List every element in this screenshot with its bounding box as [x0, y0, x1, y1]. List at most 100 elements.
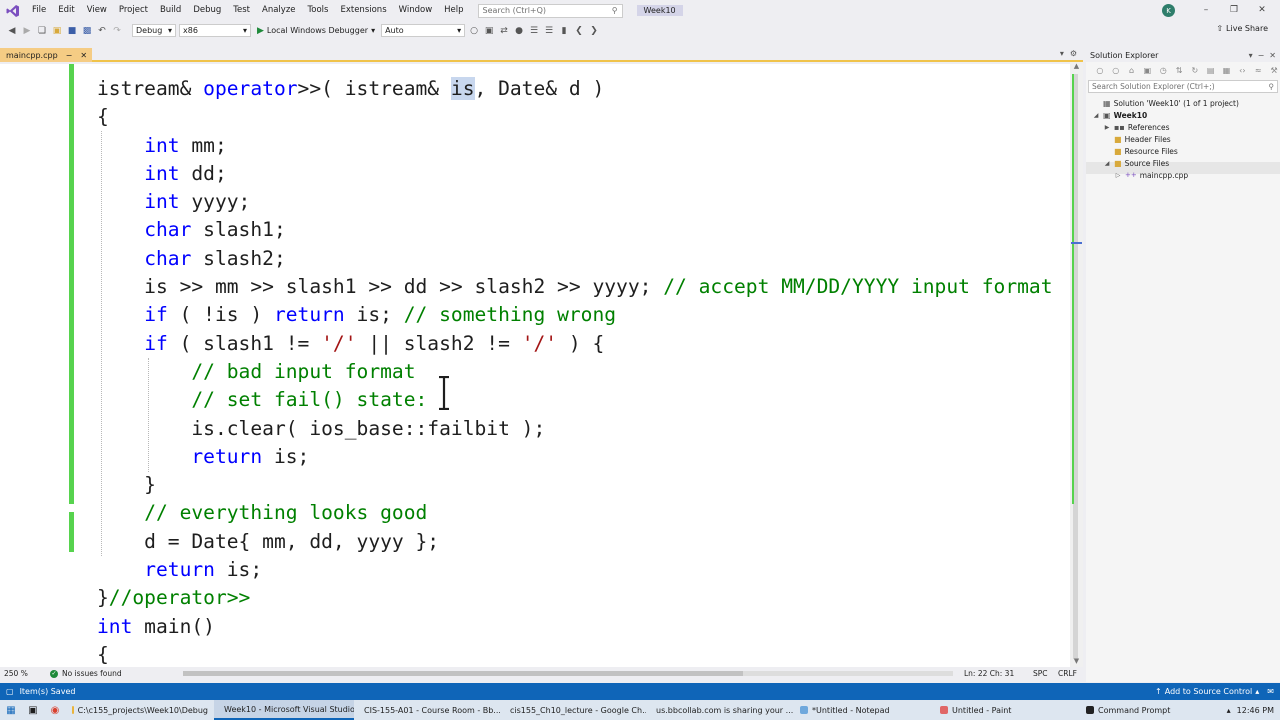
- code-editor[interactable]: istream& operator>>( istream& is, Date& …: [0, 64, 1070, 667]
- taskbar-item-visual-studio[interactable]: Week10 - Microsoft Visual Studio: [214, 700, 354, 720]
- menu-build[interactable]: Build: [154, 0, 187, 21]
- tree-item-header-files[interactable]: ■ Header Files: [1114, 133, 1171, 145]
- scroll-thumb[interactable]: [183, 671, 743, 676]
- open-folder-icon[interactable]: ▣: [51, 25, 63, 37]
- prev-bookmark-icon[interactable]: ❯: [588, 25, 600, 37]
- chrome-icon[interactable]: ◉: [44, 700, 66, 720]
- settings-gear-icon[interactable]: ⚙: [1070, 49, 1077, 58]
- tree-item-resource-files[interactable]: ■ Resource Files: [1114, 145, 1178, 157]
- windows-start-icon[interactable]: ▦: [0, 700, 22, 720]
- solution-explorer-search-input[interactable]: Search Solution Explorer (Ctrl+;) ⚲: [1088, 80, 1278, 93]
- visual-studio-logo-icon[interactable]: [0, 0, 26, 21]
- code-line[interactable]: int yyyy;: [97, 188, 1053, 216]
- tree-item-project[interactable]: ◢ ▣ Week10: [1092, 109, 1147, 121]
- code-line[interactable]: int main(): [97, 613, 1053, 641]
- taskbar-item-explorer[interactable]: C:\c155_projects\Week10\Debug: [66, 700, 214, 720]
- close-icon[interactable]: ✕: [1269, 51, 1276, 60]
- close-tab-icon[interactable]: ✕: [80, 51, 87, 60]
- taskbar-item-paint[interactable]: Untitled - Paint: [934, 700, 1080, 720]
- code-line[interactable]: if ( !is ) return is; // something wrong: [97, 301, 1053, 329]
- code-line[interactable]: is >> mm >> slash1 >> dd >> slash2 >> yy…: [97, 273, 1052, 301]
- code-line[interactable]: {: [97, 641, 1053, 667]
- platform-dropdown[interactable]: x86 ▾: [179, 24, 251, 37]
- menu-view[interactable]: View: [81, 0, 113, 21]
- uncomment-icon[interactable]: ☰: [543, 25, 555, 37]
- editor-horizontal-scrollbar[interactable]: [183, 671, 953, 676]
- tree-item-source-files[interactable]: ◢ ■ Source Files: [1103, 157, 1169, 169]
- new-project-icon[interactable]: ❏: [36, 25, 48, 37]
- tree-item-solution[interactable]: ▦ Solution 'Week10' (1 of 1 project): [1092, 97, 1239, 109]
- taskbar-item-chrome-course[interactable]: CIS-155-A01 - Course Room - Bb...: [354, 700, 500, 720]
- menu-analyze[interactable]: Analyze: [256, 0, 302, 21]
- source-control-button[interactable]: ↑ Add to Source Control ▴: [1155, 687, 1259, 696]
- pin-icon[interactable]: −: [1258, 51, 1265, 60]
- code-line[interactable]: // bad input format: [97, 358, 1053, 386]
- save-icon[interactable]: ■: [66, 25, 78, 37]
- back-icon[interactable]: ◀: [6, 25, 18, 37]
- code-line[interactable]: is.clear( ios_base::failbit );: [97, 415, 1053, 443]
- tab-list-chevron-icon[interactable]: ▾: [1060, 49, 1064, 58]
- code-line[interactable]: d = Date{ mm, dd, yyyy };: [97, 528, 1053, 556]
- menu-file[interactable]: File: [26, 0, 52, 21]
- code-line[interactable]: char slash1;: [97, 216, 1053, 244]
- show-all-files-icon[interactable]: ▦: [1221, 64, 1233, 76]
- collapse-all-icon[interactable]: ▤: [1205, 64, 1217, 76]
- taskbar-item-chrome-lecture[interactable]: cis155_Ch10_lecture - Google Ch...: [500, 700, 646, 720]
- code-text[interactable]: istream& operator>>( istream& is, Date& …: [97, 75, 1053, 667]
- code-line[interactable]: // everything looks good: [97, 499, 1053, 527]
- tray-chevron-icon[interactable]: ▴: [1227, 706, 1231, 715]
- notifications-bell-icon[interactable]: ✉: [1267, 687, 1274, 696]
- clock[interactable]: 12:46 PM: [1237, 706, 1274, 715]
- avatar[interactable]: K: [1162, 4, 1175, 17]
- code-line[interactable]: if ( slash1 != '/' || slash2 != '/' ) {: [97, 330, 1053, 358]
- back-icon[interactable]: ○: [1094, 64, 1106, 76]
- menu-extensions[interactable]: Extensions: [334, 0, 392, 21]
- close-icon[interactable]: ✕: [1252, 3, 1272, 17]
- save-all-icon[interactable]: ▩: [81, 25, 93, 37]
- line-ending[interactable]: CRLF: [1058, 667, 1077, 680]
- minimize-icon[interactable]: –: [1196, 3, 1216, 17]
- restore-icon[interactable]: ❐: [1224, 3, 1244, 17]
- comment-icon[interactable]: ☰: [528, 25, 540, 37]
- tree-item-references[interactable]: ▶ ▪▪ References: [1103, 121, 1170, 133]
- task-view-icon[interactable]: ▣: [22, 700, 44, 720]
- bookmark-icon[interactable]: ▮: [558, 25, 570, 37]
- taskbar-item-cmd[interactable]: Command Prompt: [1080, 700, 1190, 720]
- pin-icon[interactable]: ○: [468, 25, 480, 37]
- code-line[interactable]: }: [97, 471, 1053, 499]
- tab-maincpp[interactable]: maincpp.cpp − ✕: [0, 48, 93, 62]
- camera-icon[interactable]: ▣: [483, 25, 495, 37]
- refresh-icon[interactable]: ↻: [1189, 64, 1201, 76]
- cursor-position[interactable]: Ln: 22 Ch: 31: [964, 667, 1014, 680]
- code-line[interactable]: char slash2;: [97, 245, 1053, 273]
- taskbar-item-notepad[interactable]: *Untitled - Notepad: [794, 700, 934, 720]
- code-line[interactable]: {: [97, 103, 1053, 131]
- home-icon[interactable]: ⌂: [1126, 64, 1138, 76]
- pin-tab-icon[interactable]: −: [66, 51, 73, 60]
- menu-debug[interactable]: Debug: [187, 0, 227, 21]
- code-line[interactable]: }//operator>>: [97, 584, 1053, 612]
- start-debugger-button[interactable]: ▶ Local Windows Debugger ▾: [254, 26, 378, 36]
- step-icon[interactable]: ⇄: [498, 25, 510, 37]
- menu-tools[interactable]: Tools: [302, 0, 335, 21]
- editor-vertical-scrollbar[interactable]: ▲ ▼: [1070, 62, 1083, 667]
- search-input[interactable]: Search (Ctrl+Q) ⚲: [477, 3, 623, 18]
- code-line[interactable]: return is;: [97, 443, 1053, 471]
- code-line[interactable]: int dd;: [97, 160, 1053, 188]
- code-view-icon[interactable]: ‹›: [1236, 64, 1248, 76]
- redo-icon[interactable]: ↷: [111, 25, 123, 37]
- taskbar-item-collab[interactable]: us.bbcollab.com is sharing your ...: [646, 700, 794, 720]
- forward-icon[interactable]: ○: [1110, 64, 1122, 76]
- switch-views-icon[interactable]: ▣: [1141, 64, 1153, 76]
- whitespace-mode[interactable]: SPC: [1033, 667, 1048, 680]
- menu-window[interactable]: Window: [393, 0, 439, 21]
- code-line[interactable]: int mm;: [97, 132, 1053, 160]
- mode-dropdown[interactable]: Auto ▾: [381, 24, 466, 37]
- properties-icon[interactable]: ≈: [1252, 64, 1264, 76]
- live-share-button[interactable]: ⇧ Live Share: [1216, 24, 1268, 33]
- breakpoint-icon[interactable]: ●: [513, 25, 525, 37]
- next-bookmark-icon[interactable]: ❮: [573, 25, 585, 37]
- scroll-down-icon[interactable]: ▼: [1070, 657, 1083, 667]
- code-line[interactable]: return is;: [97, 556, 1053, 584]
- zoom-level[interactable]: 250 %: [0, 669, 50, 678]
